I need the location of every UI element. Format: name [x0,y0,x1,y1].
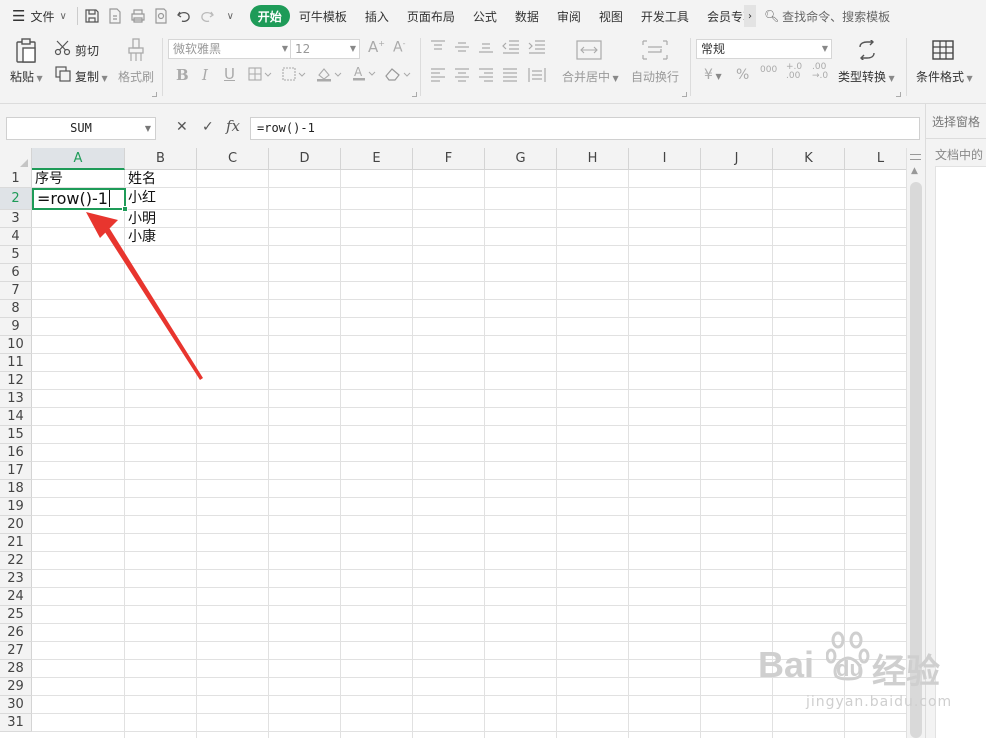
arrow-shaft [103,226,203,380]
annotation-arrow [86,212,203,380]
arrow-head [86,212,118,238]
spreadsheet-app: ☰ 文件 ∨ ∨ 开始 可牛模板 插入 页面布局 公式 数据 审阅 视图 开发工… [0,0,986,738]
scroll-up-icon[interactable]: ▲ [911,166,918,176]
vertical-scrollbar[interactable]: ▲ [906,148,925,738]
scrollbar-thumb[interactable] [910,182,922,738]
scrollbar-menu-icon[interactable] [910,154,921,160]
